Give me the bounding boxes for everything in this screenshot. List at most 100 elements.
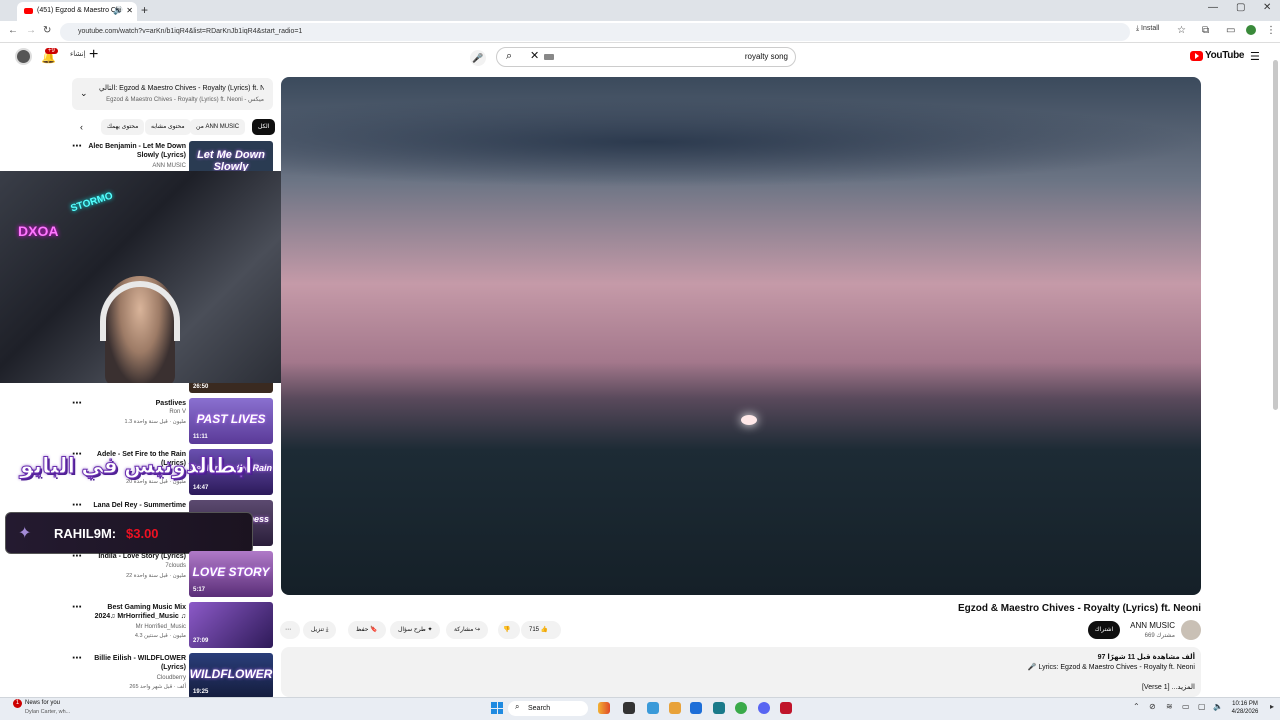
more-options-icon[interactable]: ⋯ — [72, 141, 82, 152]
chip-from-channel[interactable]: من ANN MUSIC — [190, 119, 246, 135]
task-view-icon[interactable] — [623, 702, 635, 714]
youtube-logo-text[interactable]: YouTube — [1205, 50, 1245, 61]
chevron-left-icon[interactable]: ‹ — [80, 122, 83, 132]
rec-thumbnail[interactable]: PAST LIVES 11:11 — [189, 398, 273, 444]
more-actions-button[interactable]: ⋯ — [280, 621, 300, 639]
stream-overlay-text: ابطالدونيس في البايو — [19, 453, 253, 479]
file-explorer-icon[interactable] — [669, 702, 681, 714]
back-icon[interactable]: ← — [8, 25, 18, 36]
network-icon[interactable]: ⊘ — [1149, 702, 1156, 711]
browser-tab[interactable]: (451) Egzod & Maestro Chi 🔊 ✕ — [17, 2, 137, 21]
rec-thumbnail[interactable]: WILDFLOWER 19:25 — [189, 653, 273, 699]
video-title: Egzod & Maestro Chives - Royalty (Lyrics… — [957, 603, 1201, 614]
chip-all[interactable]: الكل — [252, 119, 276, 135]
install-button[interactable]: ⤓ Install — [1136, 25, 1159, 33]
list-item[interactable]: ⋯ Indila - Love Story (Lyrics) 7clouds 2… — [70, 551, 275, 599]
taskbar — [0, 697, 1280, 720]
clock-time: 10:16 PM — [1232, 701, 1258, 707]
chevron-up-icon[interactable]: ⌃ — [1133, 702, 1140, 711]
system-clock[interactable]: 10:16 PM 4/28/2026 — [1225, 700, 1265, 716]
maximize-icon[interactable]: ▢ — [1236, 2, 1245, 13]
ask-button[interactable]: طرح سؤال ✦ — [390, 621, 441, 639]
discord-icon[interactable] — [758, 702, 770, 714]
more-options-icon[interactable]: ⋯ — [72, 500, 82, 511]
bookmark-star-icon[interactable]: ☆ — [1177, 25, 1186, 36]
forward-icon[interactable]: → — [26, 25, 36, 36]
rec-thumbnail[interactable]: 26:50 — [189, 383, 273, 393]
chip-for-you[interactable]: محتوى يهمك — [101, 119, 145, 135]
scrollbar[interactable] — [1273, 60, 1278, 410]
youtube-logo-icon[interactable] — [1190, 51, 1203, 61]
playlist-panel[interactable] — [72, 78, 273, 110]
store-icon[interactable] — [690, 702, 702, 714]
profile-icon[interactable] — [1246, 25, 1256, 35]
share-button[interactable]: مشاركة ↪ — [446, 621, 489, 639]
sparkle-icon: ✦ — [427, 627, 433, 633]
wifi-icon[interactable]: ≋ — [1166, 702, 1173, 711]
search-icon: ⌕ — [515, 702, 520, 711]
show-more-link[interactable]: [Verse 1] ...المزيد — [900, 683, 1195, 691]
plus-icon[interactable]: + — [89, 46, 98, 64]
channel-avatar[interactable] — [1181, 620, 1201, 640]
search-icon[interactable]: ⌕ — [506, 50, 512, 63]
chrome-icon[interactable] — [735, 702, 747, 714]
taskbar-search[interactable]: Search — [508, 701, 588, 716]
list-item[interactable]: ⋯ Best Gaming Music Mix 2024♫ MrHorrifie… — [70, 602, 275, 650]
more-options-icon[interactable]: ⋯ — [72, 551, 82, 562]
like-button[interactable]: 715 👍 — [521, 621, 561, 639]
rec-thumbnail[interactable]: 27:09 — [189, 602, 273, 648]
app-icon[interactable] — [780, 702, 792, 714]
url-field[interactable]: youtube.com/watch?v=arKn/b1iqR4&list=RDa… — [60, 23, 1130, 41]
chevron-down-icon[interactable]: ⌄ — [80, 88, 88, 99]
rec-title: Billie Eilish - WILDFLOWER (Lyrics) — [94, 655, 186, 671]
start-button[interactable] — [491, 702, 503, 714]
search-query[interactable]: royalty song — [700, 52, 788, 61]
extensions-icon[interactable]: ⧉ — [1202, 25, 1209, 36]
clear-search-icon[interactable]: ✕ — [530, 49, 539, 62]
browser-menu-icon[interactable]: ⋮ — [1266, 25, 1276, 36]
speaker-icon[interactable]: 🔊 — [113, 2, 123, 19]
video-player[interactable] — [281, 77, 1201, 595]
neon-sign-icon: DXOA — [18, 223, 59, 239]
playlist-title: التالي: Egzod & Maestro Chives - Royalty… — [99, 85, 264, 92]
display-icon[interactable]: ▢ — [1198, 702, 1206, 711]
news-badge: 1 — [13, 699, 22, 708]
url-text: youtube.com/watch?v=arKn/b1iqR4&list=RDa… — [78, 28, 303, 35]
dislike-button[interactable]: 👎 — [498, 621, 520, 639]
subscribe-button[interactable]: اشتراك — [1088, 621, 1120, 639]
volume-icon[interactable]: 🔈 — [1213, 702, 1223, 711]
microphone-icon[interactable]: 🎤 — [470, 50, 486, 66]
widgets-icon[interactable] — [598, 702, 610, 714]
create-label[interactable]: إنشاء — [70, 50, 86, 58]
user-avatar[interactable] — [15, 48, 32, 65]
rec-title: Alec Benjamin - Let Me Down Slowly (Lyri… — [88, 143, 186, 159]
duration-badge: 11:11 — [193, 434, 208, 440]
neon-sign-icon: STORMO — [69, 190, 115, 215]
list-item[interactable]: ⋯ Pastlives Ron V 1.3 مليون · قبل سنة وا… — [70, 398, 275, 446]
save-button[interactable]: حفظ 🔖 — [348, 621, 386, 639]
address-bar-row: ← → ↻ youtube.com/watch?v=arKn/b1iqR4&li… — [0, 21, 1280, 43]
close-window-icon[interactable]: ✕ — [1263, 2, 1271, 13]
minimize-icon[interactable]: — — [1208, 2, 1218, 13]
hamburger-menu-icon[interactable]: ☰ — [1250, 50, 1260, 63]
notification-icon[interactable]: ▸ — [1270, 702, 1274, 711]
more-options-icon[interactable]: ⋯ — [72, 602, 82, 613]
rec-meta: 265 ألف · قبل شهر واحد — [129, 684, 186, 690]
keyboard-icon[interactable] — [544, 54, 554, 60]
more-options-icon[interactable]: ⋯ — [72, 653, 82, 664]
rec-thumbnail[interactable]: LOVE STORY 5:17 — [189, 551, 273, 597]
thumb-text: LOVE STORY — [192, 565, 270, 579]
rec-meta: 22 مليون · قبل سنة واحدة — [126, 573, 186, 579]
news-widget[interactable]: News for you — [25, 700, 60, 706]
download-button[interactable]: تنزيل ⤓ — [303, 621, 337, 639]
edge-icon[interactable] — [647, 702, 659, 714]
close-tab-icon[interactable]: ✕ — [126, 2, 133, 19]
list-item[interactable]: ⋯ Billie Eilish - WILDFLOWER (Lyrics) Cl… — [70, 653, 275, 701]
battery-icon[interactable]: ▭ — [1182, 702, 1190, 711]
app-icon[interactable] — [713, 702, 725, 714]
reload-icon[interactable]: ↻ — [43, 25, 51, 36]
split-icon[interactable]: ▭ — [1226, 25, 1235, 36]
chip-similar[interactable]: محتوى مشابه — [145, 119, 191, 135]
new-tab-icon[interactable]: + — [141, 3, 148, 17]
more-options-icon[interactable]: ⋯ — [72, 398, 82, 409]
